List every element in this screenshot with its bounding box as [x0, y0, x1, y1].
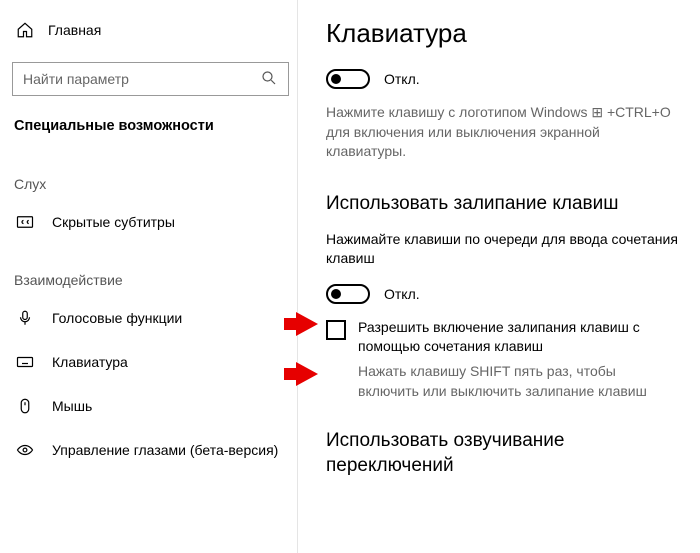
- search-input[interactable]: Найти параметр: [12, 62, 289, 96]
- annotation-arrow-icon: [296, 312, 318, 336]
- sidebar-item-label: Клавиатура: [52, 354, 128, 370]
- cc-icon: [16, 213, 34, 231]
- sidebar-item-mouse[interactable]: Мышь: [12, 384, 297, 428]
- home-label: Главная: [48, 22, 101, 38]
- sidebar-item-speech[interactable]: Голосовые функции: [12, 296, 297, 340]
- microphone-icon: [16, 309, 34, 327]
- keyboard-icon: [16, 353, 34, 371]
- section-heading: Специальные возможности: [12, 110, 297, 148]
- osk-toggle-label: Откл.: [384, 71, 420, 87]
- sidebar-item-eye-control[interactable]: Управление глазами (бета-версия): [12, 428, 297, 472]
- sidebar-item-closed-captions[interactable]: Скрытые субтитры: [12, 200, 297, 244]
- search-placeholder: Найти параметр: [23, 71, 129, 87]
- mouse-icon: [16, 397, 34, 415]
- group-interaction: Взаимодействие: [12, 244, 297, 296]
- home-link[interactable]: Главная: [12, 12, 297, 48]
- page-title: Клавиатура: [326, 18, 678, 49]
- sticky-shortcut-hint: Нажать клавишу SHIFT пять раз, чтобы вкл…: [358, 362, 678, 401]
- home-icon: [16, 21, 34, 39]
- sticky-keys-heading: Использовать залипание клавиш: [326, 192, 678, 217]
- eye-icon: [16, 441, 34, 459]
- sidebar-item-label: Скрытые субтитры: [52, 214, 175, 230]
- group-hearing: Слух: [12, 148, 297, 200]
- osk-description: Нажмите клавишу с логотипом Windows ⊞ +C…: [326, 103, 678, 162]
- sidebar-item-label: Управление глазами (бета-версия): [52, 442, 278, 458]
- osk-toggle[interactable]: [326, 69, 370, 89]
- sidebar: Главная Найти параметр Специальные возмо…: [0, 0, 298, 553]
- sticky-shortcut-label: Разрешить включение залипания клавиш с п…: [358, 318, 678, 356]
- sticky-keys-toggle[interactable]: [326, 284, 370, 304]
- sticky-shortcut-checkbox[interactable]: [326, 320, 346, 340]
- sidebar-item-keyboard[interactable]: Клавиатура: [12, 340, 297, 384]
- sidebar-item-label: Мышь: [52, 398, 92, 414]
- annotation-arrow-icon: [296, 362, 318, 386]
- sticky-keys-description: Нажимайте клавиши по очереди для ввода с…: [326, 230, 678, 268]
- sidebar-item-label: Голосовые функции: [52, 310, 182, 326]
- sticky-keys-toggle-label: Откл.: [384, 286, 420, 302]
- search-icon: [260, 69, 278, 90]
- main-content: Клавиатура Откл. Нажмите клавишу с логот…: [298, 0, 700, 553]
- toggle-keys-heading: Использовать озвучивание переключений: [326, 429, 678, 478]
